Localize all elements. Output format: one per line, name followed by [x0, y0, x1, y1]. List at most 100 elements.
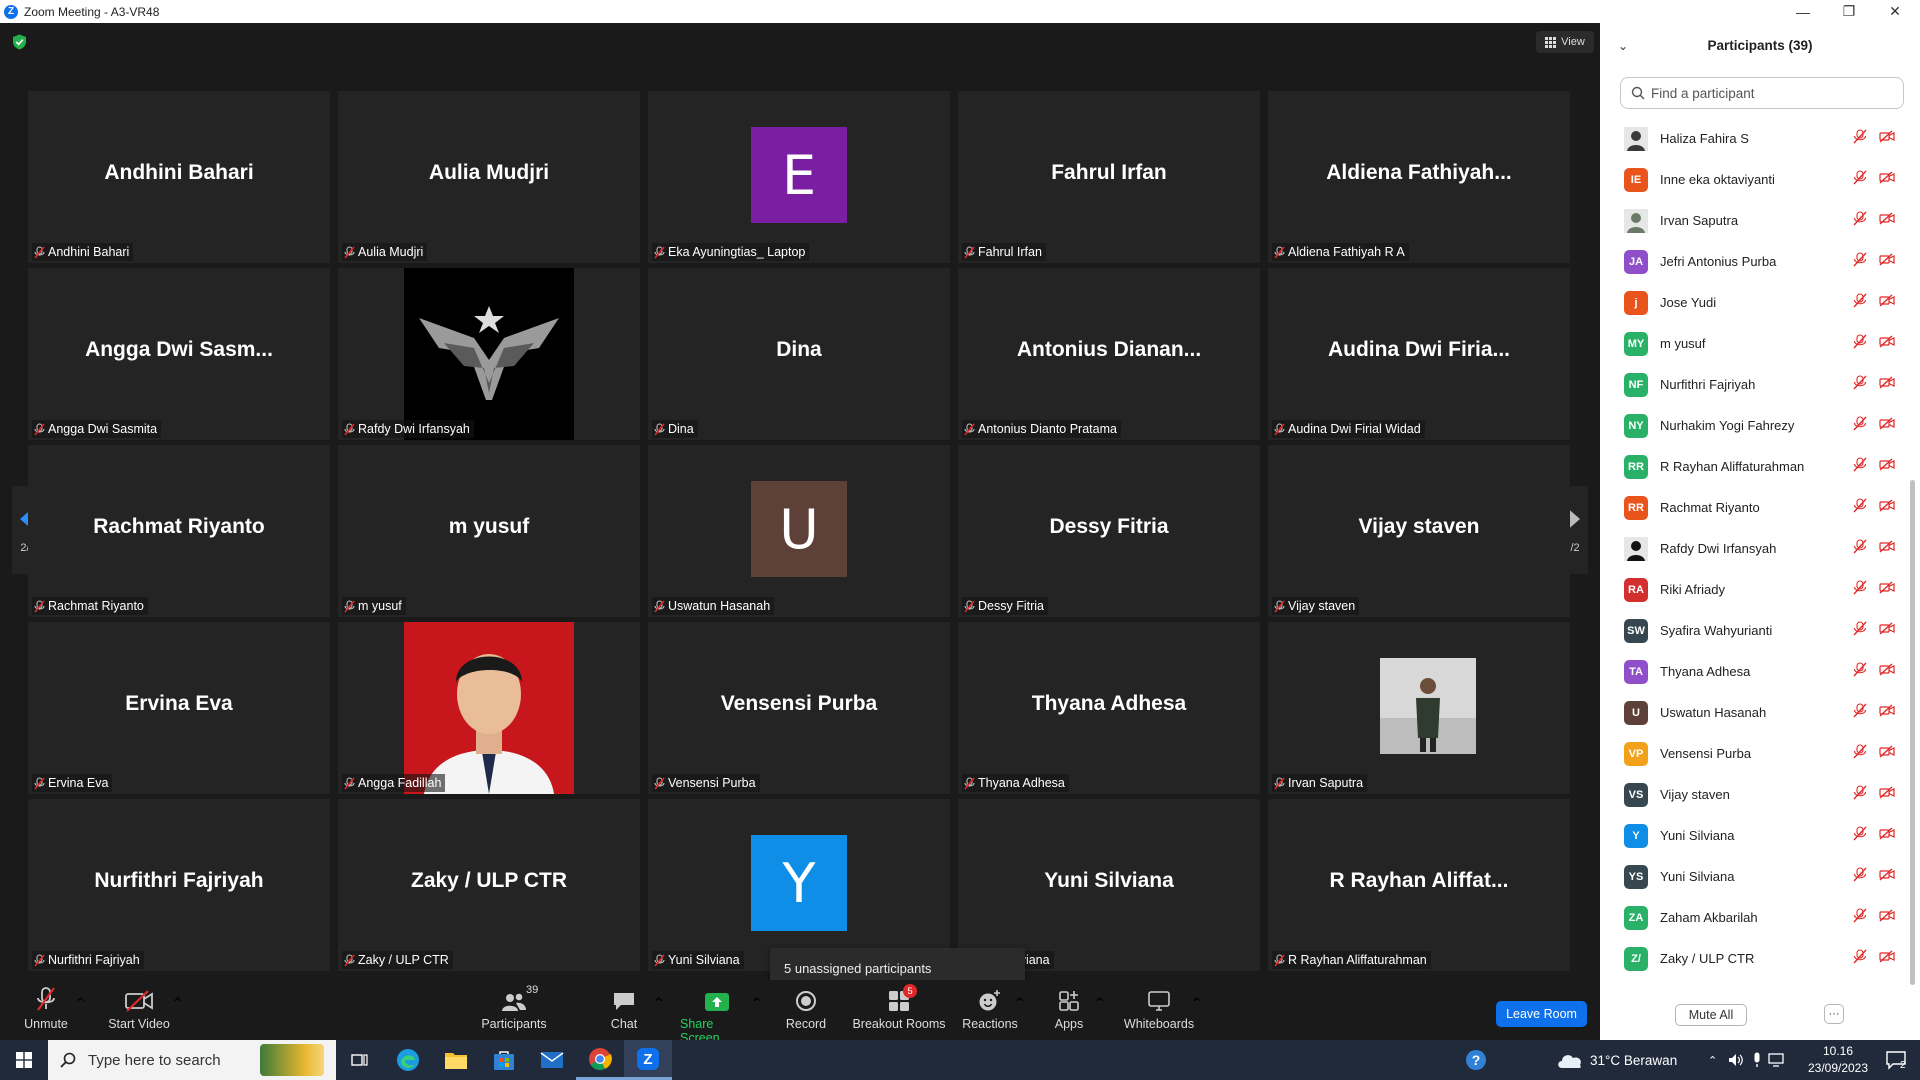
- participant-row[interactable]: SW Syafira Wahyurianti: [1600, 610, 1910, 651]
- minimize-icon[interactable]: —: [1780, 0, 1826, 23]
- help-icon[interactable]: ?: [1464, 1048, 1488, 1072]
- mic-muted-icon[interactable]: [1853, 948, 1867, 969]
- video-tile[interactable]: Fahrul Irfan Fahrul Irfan: [958, 91, 1260, 263]
- mic-muted-icon[interactable]: [1853, 333, 1867, 354]
- reactions-button[interactable]: Reactions: [960, 986, 1020, 1031]
- mic-muted-icon[interactable]: [1853, 374, 1867, 395]
- video-tile[interactable]: Y Yuni Silviana: [648, 799, 950, 971]
- participant-row[interactable]: Rafdy Dwi Irfansyah: [1600, 528, 1910, 569]
- apps-button[interactable]: Apps: [1052, 986, 1086, 1031]
- video-tile[interactable]: Rafdy Dwi Irfansyah: [338, 268, 640, 440]
- participant-row[interactable]: RR Rachmat Riyanto: [1600, 487, 1910, 528]
- video-tile[interactable]: Ervina Eva Ervina Eva: [28, 622, 330, 794]
- chrome-icon[interactable]: [576, 1040, 624, 1080]
- participant-row[interactable]: Y Yuni Silviana: [1600, 815, 1910, 856]
- video-off-icon[interactable]: [1879, 334, 1895, 353]
- video-off-icon[interactable]: [1879, 785, 1895, 804]
- mic-muted-icon[interactable]: [1853, 743, 1867, 764]
- mic-muted-icon[interactable]: [1853, 661, 1867, 682]
- video-off-icon[interactable]: [1879, 129, 1895, 148]
- participant-row[interactable]: ZA Zaham Akbarilah: [1600, 897, 1910, 938]
- mic-muted-icon[interactable]: [1853, 579, 1867, 600]
- video-tile[interactable]: Aulia Mudjri Aulia Mudjri: [338, 91, 640, 263]
- participant-row[interactable]: YS Yuni Silviana: [1600, 856, 1910, 897]
- mic-muted-icon[interactable]: [1853, 415, 1867, 436]
- participant-row[interactable]: Haliza Fahira S: [1600, 118, 1910, 159]
- video-tile[interactable]: Audina Dwi Firia... Audina Dwi Firial Wid…: [1268, 268, 1570, 440]
- mic-muted-icon[interactable]: [1853, 620, 1867, 641]
- participant-list-scrollbar[interactable]: [1910, 480, 1915, 985]
- video-tile[interactable]: Vijay staven Vijay staven: [1268, 445, 1570, 617]
- network-icon[interactable]: [1768, 1053, 1786, 1067]
- encryption-shield-icon[interactable]: [12, 34, 27, 50]
- mic-muted-icon[interactable]: [1853, 456, 1867, 477]
- participant-search-input[interactable]: Find a participant: [1620, 77, 1904, 109]
- video-tile[interactable]: Aldiena Fathiyah... Aldiena Fathiyah R A: [1268, 91, 1570, 263]
- close-icon[interactable]: ✕: [1872, 0, 1918, 23]
- video-off-icon[interactable]: [1879, 867, 1895, 886]
- video-tile[interactable]: U Uswatun Hasanah: [648, 445, 950, 617]
- video-tile[interactable]: Dessy Fitria Dessy Fitria: [958, 445, 1260, 617]
- mic-muted-icon[interactable]: [1853, 210, 1867, 231]
- video-tile[interactable]: Antonius Dianan... Antonius Dianto Pratam…: [958, 268, 1260, 440]
- mic-muted-icon[interactable]: [1853, 866, 1867, 887]
- chat-button[interactable]: Chat: [604, 986, 644, 1031]
- video-tile[interactable]: Nurfithri Fajriyah Nurfithri Fajriyah: [28, 799, 330, 971]
- video-tile[interactable]: E Eka Ayuningtias_ Laptop: [648, 91, 950, 263]
- video-off-icon[interactable]: [1879, 662, 1895, 681]
- video-off-icon[interactable]: [1879, 539, 1895, 558]
- video-off-icon[interactable]: [1879, 293, 1895, 312]
- video-tile[interactable]: Irvan Saputra: [1268, 622, 1570, 794]
- participant-row[interactable]: MY m yusuf: [1600, 323, 1910, 364]
- video-tile[interactable]: Zaky / ULP CTR Zaky / ULP CTR: [338, 799, 640, 971]
- notifications-icon[interactable]: 2: [1872, 1040, 1920, 1080]
- video-off-icon[interactable]: [1879, 170, 1895, 189]
- video-off-icon[interactable]: [1879, 498, 1895, 517]
- participant-row[interactable]: TA Thyana Adhesa: [1600, 651, 1910, 692]
- mic-muted-icon[interactable]: [1853, 128, 1867, 149]
- task-view-icon[interactable]: [336, 1040, 384, 1080]
- participant-row[interactable]: NF Nurfithri Fajriyah: [1600, 364, 1910, 405]
- mic-muted-icon[interactable]: [1853, 169, 1867, 190]
- video-tile[interactable]: Angga Dwi Sasm... Angga Dwi Sasmita: [28, 268, 330, 440]
- more-options-button[interactable]: ···: [1824, 1004, 1844, 1024]
- taskbar-search-input[interactable]: Type here to search: [48, 1040, 336, 1080]
- participant-row[interactable]: Z/Zaky / ULP CTR: [1600, 938, 1910, 979]
- mic-muted-icon[interactable]: [1853, 702, 1867, 723]
- tray-overflow-chevron-icon[interactable]: ⌃: [1708, 1054, 1717, 1067]
- file-explorer-icon[interactable]: [432, 1040, 480, 1080]
- participant-row[interactable]: JA Jefri Antonius Purba: [1600, 241, 1910, 282]
- mic-muted-icon[interactable]: [1853, 538, 1867, 559]
- mail-icon[interactable]: [528, 1040, 576, 1080]
- mic-muted-icon[interactable]: [1853, 825, 1867, 846]
- record-button[interactable]: Record: [784, 986, 828, 1031]
- mute-all-button[interactable]: Mute All: [1675, 1004, 1747, 1026]
- participant-row[interactable]: VS Vijay staven: [1600, 774, 1910, 815]
- video-tile[interactable]: Yuni SilvianaYuni Silviana: [958, 799, 1260, 971]
- chat-options-chevron-icon[interactable]: ⌃: [652, 994, 665, 1014]
- mic-muted-icon[interactable]: [1853, 497, 1867, 518]
- breakout-rooms-button[interactable]: 5 Breakout Rooms: [852, 984, 946, 1031]
- video-tile[interactable]: Rachmat Riyanto Rachmat Riyanto: [28, 445, 330, 617]
- video-tile[interactable]: R Rayhan Aliffat... R Rayhan Aliffaturahm…: [1268, 799, 1570, 971]
- video-off-icon[interactable]: [1879, 703, 1895, 722]
- share-options-chevron-icon[interactable]: ⌃: [750, 994, 763, 1014]
- participant-row[interactable]: NY Nurhakim Yogi Fahrezy: [1600, 405, 1910, 446]
- video-off-icon[interactable]: [1879, 580, 1895, 599]
- participant-row[interactable]: U Uswatun Hasanah: [1600, 692, 1910, 733]
- start-video-button[interactable]: Start Video: [106, 986, 172, 1031]
- mic-muted-icon[interactable]: [1853, 292, 1867, 313]
- video-options-chevron-icon[interactable]: ⌃: [171, 994, 184, 1014]
- video-tile[interactable]: m yusuf m yusuf: [338, 445, 640, 617]
- zoom-app-icon[interactable]: Z: [624, 1040, 672, 1080]
- windows-start-icon[interactable]: [0, 1040, 48, 1080]
- participant-row[interactable]: VP Vensensi Purba: [1600, 733, 1910, 774]
- volume-icon[interactable]: [1728, 1053, 1744, 1067]
- leave-room-button[interactable]: Leave Room: [1496, 1001, 1587, 1027]
- video-off-icon[interactable]: [1879, 416, 1895, 435]
- participants-button[interactable]: 39 Participants: [478, 984, 550, 1031]
- video-off-icon[interactable]: [1879, 211, 1895, 230]
- video-off-icon[interactable]: [1879, 744, 1895, 763]
- video-off-icon[interactable]: [1879, 375, 1895, 394]
- video-tile[interactable]: Vensensi Purba Vensensi Purba: [648, 622, 950, 794]
